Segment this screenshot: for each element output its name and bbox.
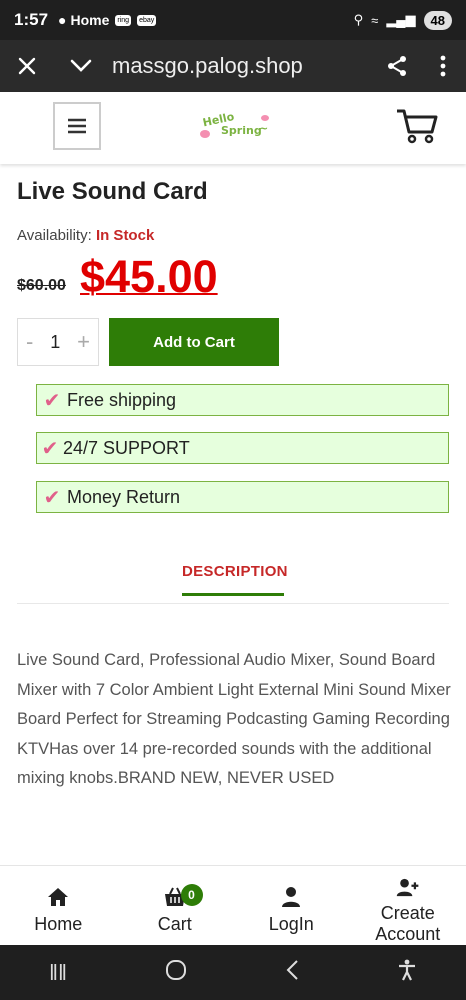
cart-icon[interactable] bbox=[396, 108, 438, 144]
status-icons: ⚲ ≈ ▂▄▆ 48 bbox=[353, 10, 452, 30]
nav-login[interactable]: LogIn bbox=[233, 866, 350, 945]
wifi-icon: ≈ bbox=[371, 12, 379, 28]
qty-value[interactable]: 1 bbox=[50, 332, 60, 353]
tab-divider bbox=[17, 603, 449, 604]
tab-active-indicator bbox=[182, 593, 284, 596]
recent-apps-icon[interactable]: ‖‖ bbox=[49, 960, 67, 986]
url-field[interactable]: massgo.palog.shop bbox=[108, 53, 374, 79]
browser-toolbar: massgo.palog.shop bbox=[0, 40, 466, 92]
battery-indicator: 48 bbox=[423, 10, 452, 30]
location-icon: ● bbox=[58, 12, 67, 28]
ring-app-badge: ring bbox=[115, 14, 132, 26]
home-circle-icon[interactable] bbox=[165, 959, 187, 987]
nav-cart[interactable]: 0 Cart bbox=[117, 866, 234, 945]
signal-icon: ▂▄▆ bbox=[386, 12, 416, 27]
nav-home-label: Home bbox=[34, 914, 83, 934]
system-nav-bar: ‖‖ bbox=[0, 945, 466, 1000]
nav-home[interactable]: Home bbox=[0, 866, 117, 945]
old-price: $60.00 bbox=[17, 277, 66, 294]
nav-create-account[interactable]: Create Account bbox=[350, 866, 466, 945]
bottom-nav: Home 0 Cart LogIn Create Account bbox=[0, 865, 466, 945]
product-description: Live Sound Card, Professional Audio Mixe… bbox=[17, 651, 451, 787]
nav-login-label: LogIn bbox=[268, 914, 314, 934]
tab-description[interactable]: DESCRIPTION bbox=[182, 563, 288, 580]
site-header: Hello Spring ~ bbox=[0, 92, 466, 164]
feature-label: 24/7 SUPPORT bbox=[63, 437, 190, 458]
more-icon[interactable] bbox=[420, 40, 466, 92]
status-location: ● Home bbox=[58, 12, 109, 28]
accessibility-icon[interactable] bbox=[397, 959, 417, 987]
status-location-label: Home bbox=[70, 12, 110, 28]
check-icon: ✔ bbox=[43, 486, 61, 509]
quantity-stepper: - 1 + bbox=[17, 318, 99, 366]
check-icon: ✔ bbox=[43, 389, 61, 412]
feature-money-return: ✔ Money Return bbox=[36, 481, 449, 513]
user-plus-icon bbox=[396, 878, 419, 897]
feature-free-shipping: ✔ Free shipping bbox=[36, 384, 449, 416]
feature-support: ✔ 24/7 SUPPORT bbox=[36, 432, 449, 464]
svg-text:Spring: Spring bbox=[221, 124, 262, 137]
status-time: 1:57 bbox=[14, 10, 49, 29]
cart-count-badge: 0 bbox=[180, 884, 203, 906]
availability-label: Availability: bbox=[17, 227, 92, 244]
status-bar: 1:57 ● Home ring ebay ⚲ ≈ ▂▄▆ 48 bbox=[0, 0, 466, 40]
nav-account-label: Create Account bbox=[375, 903, 441, 944]
ebay-app-badge: ebay bbox=[137, 14, 157, 26]
check-icon: ✔ bbox=[41, 437, 59, 460]
qty-increase-button[interactable]: + bbox=[77, 329, 90, 355]
chevron-down-icon[interactable] bbox=[54, 40, 108, 92]
back-icon[interactable] bbox=[285, 959, 299, 987]
product-title: Live Sound Card bbox=[17, 178, 208, 205]
svg-text:~: ~ bbox=[259, 122, 268, 135]
location-pin-icon: ⚲ bbox=[353, 12, 364, 27]
close-icon[interactable] bbox=[0, 40, 54, 92]
home-icon bbox=[48, 888, 69, 906]
stock-status: In Stock bbox=[95, 227, 155, 244]
hamburger-icon[interactable] bbox=[53, 102, 101, 150]
nav-cart-label: Cart bbox=[157, 914, 192, 934]
qty-decrease-button[interactable]: - bbox=[26, 329, 33, 355]
logo[interactable]: Hello Spring ~ bbox=[195, 110, 275, 140]
share-icon[interactable] bbox=[374, 40, 420, 92]
sale-price: $45.00 bbox=[80, 251, 218, 302]
availability: Availability: In Stock bbox=[17, 227, 154, 244]
user-icon bbox=[282, 887, 301, 907]
feature-label: Money Return bbox=[67, 486, 181, 507]
feature-label: Free shipping bbox=[67, 389, 177, 410]
add-to-cart-button[interactable]: Add to Cart bbox=[109, 318, 279, 366]
